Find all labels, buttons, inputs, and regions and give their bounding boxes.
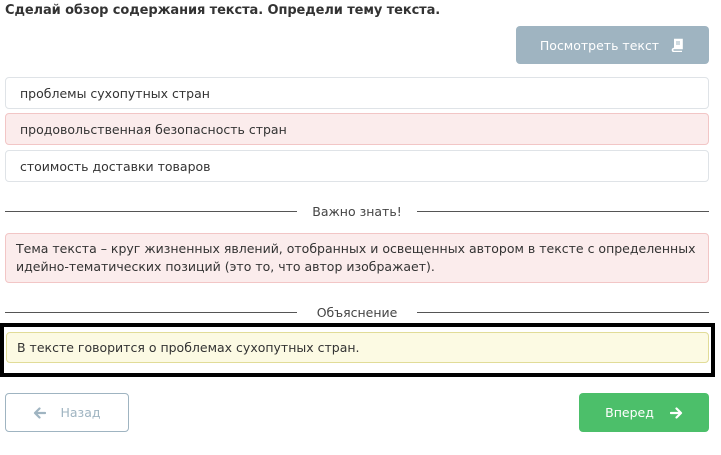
arrow-left-icon xyxy=(33,406,47,419)
answer-option[interactable]: проблемы сухопутных стран xyxy=(5,77,709,109)
important-divider: Важно знать! xyxy=(5,203,709,219)
divider-line xyxy=(5,311,297,313)
important-text: Тема текста – круг жизненных явлений, от… xyxy=(16,241,696,274)
explanation-heading: Объяснение xyxy=(316,304,398,320)
answer-option[interactable]: стоимость доставки товаров xyxy=(5,150,709,182)
answer-option-label: проблемы сухопутных стран xyxy=(20,85,210,101)
explanation-text: В тексте говорится о проблемах сухопутны… xyxy=(17,340,360,355)
explanation-highlight-frame: В тексте говорится о проблемах сухопутны… xyxy=(0,323,715,377)
exercise-page: Сделай обзор содержания текста. Определи… xyxy=(0,0,721,455)
book-icon xyxy=(671,38,685,53)
arrow-right-icon xyxy=(669,406,683,419)
important-info-box: Тема текста – круг жизненных явлений, от… xyxy=(5,233,709,283)
divider-line xyxy=(417,311,709,313)
divider-line xyxy=(5,210,297,212)
important-heading: Важно знать! xyxy=(312,203,402,219)
back-button[interactable]: Назад xyxy=(5,393,129,432)
next-label: Вперед xyxy=(605,405,654,420)
explanation-box: В тексте говорится о проблемах сухопутны… xyxy=(6,332,709,363)
view-text-button[interactable]: Посмотреть текст xyxy=(516,26,709,64)
divider-line xyxy=(417,210,709,212)
answer-option-wrong[interactable]: продовольственная безопасность стран xyxy=(5,113,709,145)
next-button[interactable]: Вперед xyxy=(579,393,709,432)
answer-option-label: стоимость доставки товаров xyxy=(20,158,211,174)
answer-option-label: продовольственная безопасность стран xyxy=(20,121,287,137)
view-text-label: Посмотреть текст xyxy=(539,37,660,53)
explanation-divider: Объяснение xyxy=(5,304,709,320)
back-label: Назад xyxy=(60,405,101,420)
question-title: Сделай обзор содержания текста. Определи… xyxy=(5,3,441,18)
